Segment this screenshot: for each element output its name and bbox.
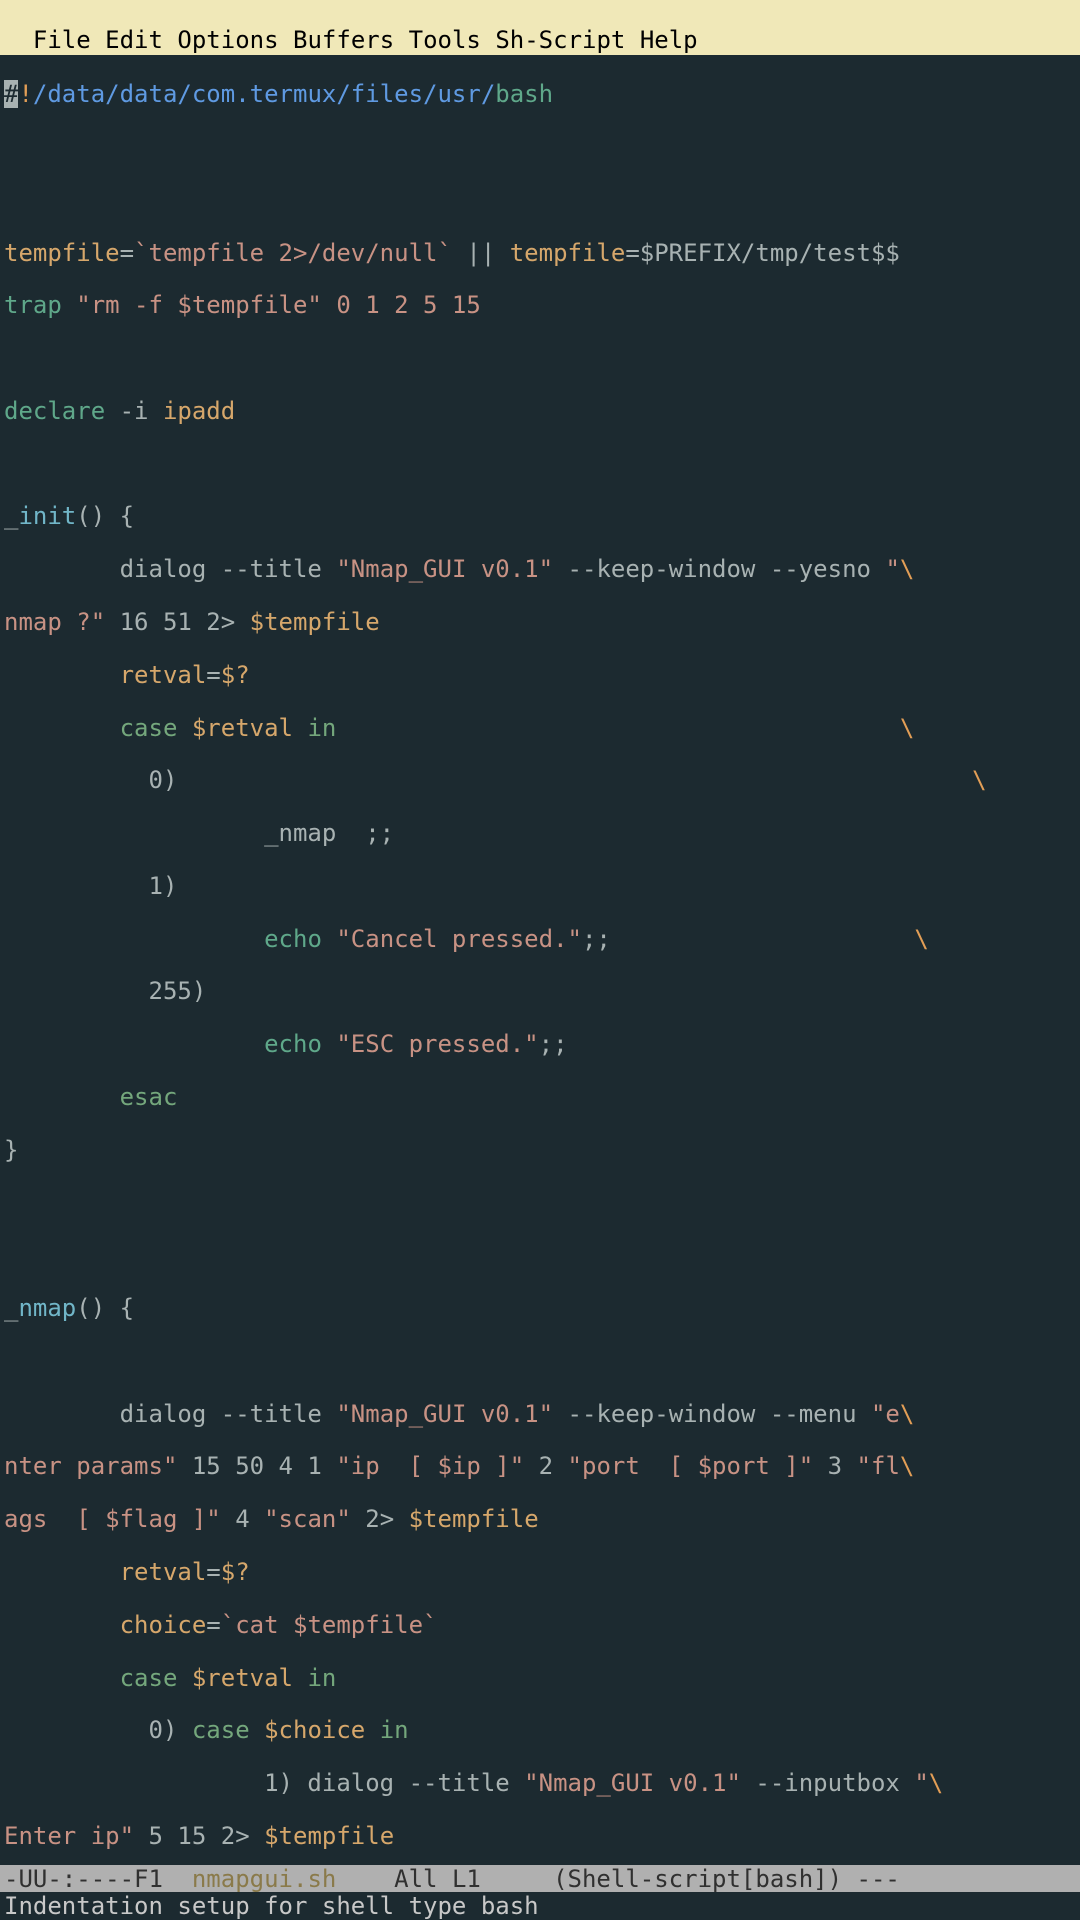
menu-tools[interactable]: Tools <box>409 26 481 54</box>
code-line: echo "Cancel pressed.";; \ <box>4 926 1076 952</box>
code-line: 0) case $choice in <box>4 1717 1076 1743</box>
code-line <box>4 1348 1076 1374</box>
menu-edit[interactable]: Edit <box>105 26 163 54</box>
code-line: _init() { <box>4 503 1076 529</box>
code-line: } <box>4 1137 1076 1163</box>
code-line: esac <box>4 1084 1076 1110</box>
modeline-right: All L1 (Shell-script[bash]) --- <box>336 1865 900 1893</box>
code-line <box>4 451 1076 477</box>
code-line: ags [ $flag ]" 4 "scan" 2> $tempfile <box>4 1506 1076 1532</box>
menu-shscript[interactable]: Sh-Script <box>495 26 625 54</box>
mode-line: -UU-:----F1 nmapgui.sh All L1 (Shell-scr… <box>0 1865 1080 1893</box>
code-line: 1) <box>4 873 1076 899</box>
code-line: trap "rm -f $tempfile" 0 1 2 5 15 <box>4 292 1076 318</box>
menu-bar[interactable]: File Edit Options Buffers Tools Sh-Scrip… <box>0 0 1080 55</box>
modeline-filename: nmapgui.sh <box>192 1865 337 1893</box>
code-line: case $retval in <box>4 1665 1076 1691</box>
code-line: retval=$? <box>4 662 1076 688</box>
code-line: choice=`cat $tempfile` <box>4 1612 1076 1638</box>
code-line: case $retval in \ <box>4 715 1076 741</box>
code-line: dialog --title "Nmap_GUI v0.1" --keep-wi… <box>4 1401 1076 1427</box>
code-line: nter params" 15 50 4 1 "ip [ $ip ]" 2 "p… <box>4 1453 1076 1479</box>
code-line: retval=$? <box>4 1559 1076 1585</box>
code-line: 0) \ <box>4 767 1076 793</box>
code-line: dialog --title "Nmap_GUI v0.1" --keep-wi… <box>4 556 1076 582</box>
code-line <box>4 134 1076 160</box>
code-line: #!/data/data/com.termux/files/usr/bash <box>4 81 1076 107</box>
code-line: 1) dialog --title "Nmap_GUI v0.1" --inpu… <box>4 1770 1076 1796</box>
code-line: tempfile=`tempfile 2>/dev/null` || tempf… <box>4 240 1076 266</box>
modeline-left: -UU-:----F1 <box>4 1865 192 1893</box>
menu-options[interactable]: Options <box>177 26 278 54</box>
code-line <box>4 1242 1076 1268</box>
minibuffer-message: Indentation setup for shell type bash <box>4 1892 539 1920</box>
menu-help[interactable]: Help <box>640 26 698 54</box>
editor-buffer[interactable]: #!/data/data/com.termux/files/usr/bash t… <box>0 55 1080 1920</box>
code-line <box>4 187 1076 213</box>
menu-buffers[interactable]: Buffers <box>293 26 394 54</box>
code-line: Enter ip" 5 15 2> $tempfile <box>4 1823 1076 1849</box>
code-line: declare -i ipadd <box>4 398 1076 424</box>
code-line: 255) <box>4 978 1076 1004</box>
code-line: _nmap() { <box>4 1295 1076 1321</box>
cursor: # <box>4 80 18 108</box>
code-line <box>4 1190 1076 1216</box>
menu-file[interactable]: File <box>33 26 91 54</box>
code-line: nmap ?" 16 51 2> $tempfile <box>4 609 1076 635</box>
minibuffer[interactable]: Indentation setup for shell type bash <box>0 1892 1080 1920</box>
code-line <box>4 345 1076 371</box>
code-line: echo "ESC pressed.";; <box>4 1031 1076 1057</box>
code-line: _nmap ;; <box>4 820 1076 846</box>
